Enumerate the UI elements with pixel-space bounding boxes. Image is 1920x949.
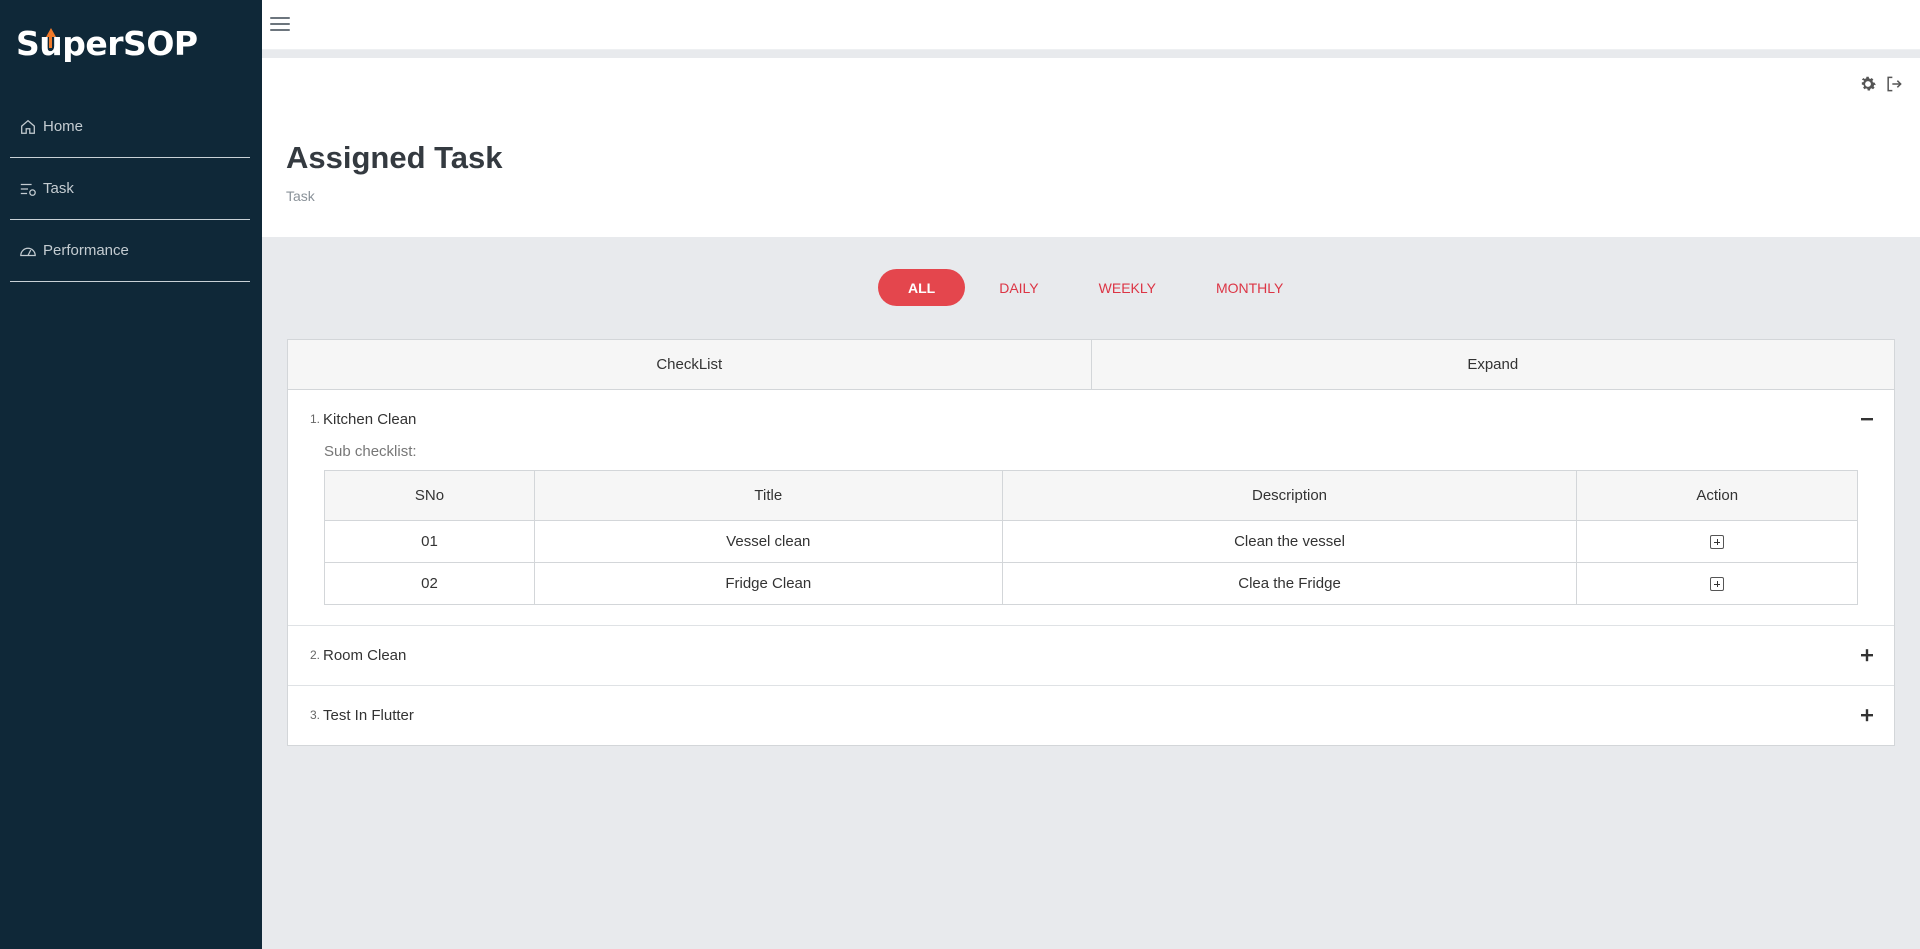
cell-title: Vessel clean [534,520,1003,563]
cell-sno: 01 [323,520,536,563]
cell-action [1576,562,1858,605]
sidebar-item-task[interactable]: Task [10,158,250,220]
checklist-table-header: CheckList Expand [288,340,1894,390]
column-header-checklist: CheckList [656,356,723,373]
task-list-icon [20,183,36,196]
sidebar-item-home[interactable]: Home [10,96,250,158]
sidebar-item-performance[interactable]: Performance [10,220,250,282]
checklist-row-header[interactable]: 1. Kitchen Clean [288,390,1894,449]
checklist-row: 1. Kitchen Clean Sub checklist: SNo Titl… [288,390,1894,626]
sub-checklist-table: SNo Title Description Action 01 Vessel c… [323,470,1858,605]
table-row: 02 Fridge Clean Clea the Fridge [323,562,1858,605]
sidebar-item-label: Performance [43,242,129,259]
breadcrumb[interactable]: Task [286,188,315,204]
filter-tabs: ALL DAILY WEEKLY MONTHLY [878,269,1317,306]
add-box-icon[interactable] [1710,577,1725,592]
sidebar-nav: Home Task Performance [10,96,250,282]
logo-suffix: perSOP [62,23,198,63]
cell-action [1576,520,1858,563]
tab-all[interactable]: ALL [878,269,966,306]
cell-title: Fridge Clean [534,562,1003,605]
checklist-table: CheckList Expand 1. Kitchen Clean Sub ch… [287,339,1895,746]
column-header-expand: Expand [1090,340,1895,389]
home-icon [21,119,35,134]
sub-table-header-row: SNo Title Description Action [323,470,1858,521]
row-number: 2. [310,648,321,662]
toolbar [262,58,1920,110]
logo-arrow-icon [49,33,53,48]
cell-description: Clea the Fridge [1001,562,1578,605]
row-number: 3. [310,708,321,722]
column-header-action: Action [1576,470,1858,521]
speedometer-icon [20,247,36,256]
sidebar: SuperSOP Home Task Performance [0,0,262,949]
logo[interactable]: SuperSOP [16,18,198,68]
sub-checklist: Sub checklist: SNo Title Description Act… [288,443,1894,625]
sidebar-item-label: Home [43,118,84,135]
add-box-icon[interactable] [1710,535,1725,550]
checklist-row: 3. Test In Flutter [288,686,1894,745]
tab-monthly[interactable]: MONTHLY [1190,269,1309,306]
row-title: Room Clean [323,647,407,664]
expand-icon[interactable] [1860,708,1874,722]
gear-icon[interactable] [1858,74,1878,94]
checklist-row-header[interactable]: 3. Test In Flutter [288,686,1894,745]
logout-icon[interactable] [1884,74,1904,94]
row-title: Test In Flutter [323,707,414,724]
column-header-sno: SNo [323,470,536,521]
row-title: Kitchen Clean [323,411,417,428]
table-row: 01 Vessel clean Clean the vessel [323,520,1858,563]
collapse-icon[interactable] [1860,412,1874,426]
page-header: Assigned Task Task [262,110,1920,237]
menu-icon[interactable] [270,17,290,33]
cell-description: Clean the vessel [1001,520,1578,563]
sidebar-item-label: Task [43,180,74,197]
top-bar [262,0,1920,50]
cell-sno: 02 [323,562,536,605]
column-header-title: Title [534,470,1003,521]
logo-u: u [39,24,63,63]
expand-icon[interactable] [1860,648,1874,662]
logo-prefix: S [16,23,40,63]
checklist-row-header[interactable]: 2. Room Clean [288,626,1894,685]
column-header-description: Description [1001,470,1578,521]
tab-weekly[interactable]: WEEKLY [1073,269,1182,306]
page-title: Assigned Task [286,140,503,175]
row-number: 1. [310,412,321,426]
tab-daily[interactable]: DAILY [973,269,1064,306]
checklist-row: 2. Room Clean [288,626,1894,686]
